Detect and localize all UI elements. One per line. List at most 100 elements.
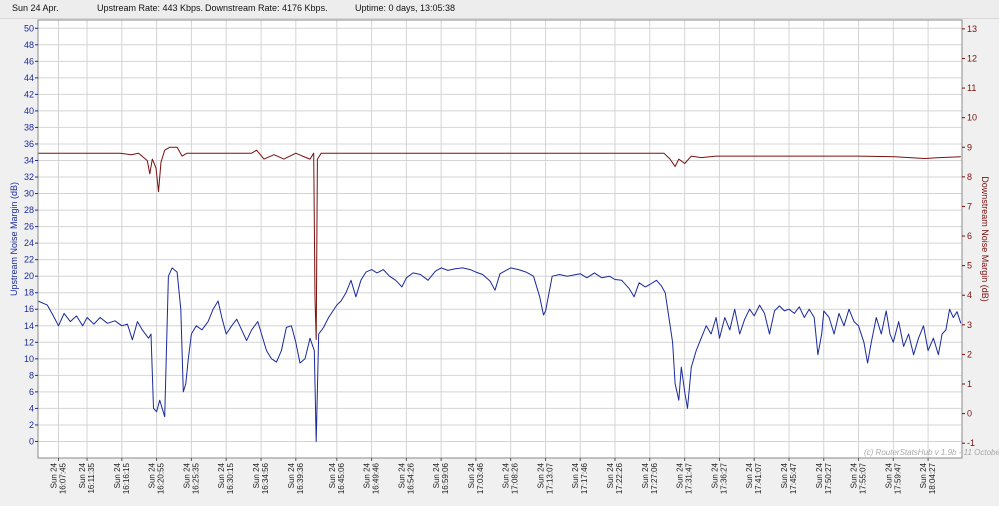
x-tick-label-day: Sun 24 [745,462,754,488]
left-tick-label: 0 [29,436,34,446]
x-tick-label-time: 17:13:07 [546,462,555,494]
left-tick-label: 44 [24,73,34,83]
left-tick-label: 50 [24,23,34,33]
x-tick-label-day: Sun 24 [432,462,441,488]
left-axis-title: Upstream Noise Margin (dB) [9,182,19,296]
x-tick-label-day: Sun 24 [328,462,337,488]
x-tick-label-day: Sun 24 [502,462,511,488]
left-tick-label: 6 [29,387,34,397]
right-tick-label: 0 [967,409,972,419]
left-axis: 0246810121416182022242628303234363840424… [24,23,38,446]
watermark-text: (c) RouterStatsHub v 1.9b - 11 October 2 [864,448,999,457]
x-tick-label-time: 18:04:27 [928,462,937,494]
x-tick-label-time: 16:20:55 [157,462,166,494]
left-tick-label: 24 [24,238,34,248]
x-tick-label-day: Sun 24 [676,462,685,488]
x-tick-label-time: 17:55:07 [859,462,868,494]
x-tick-label-time: 17:50:27 [824,462,833,494]
noise-margin-chart: 0246810121416182022242628303234363840424… [9,19,999,494]
left-tick-label: 40 [24,106,34,116]
right-tick-label: 11 [967,83,976,93]
x-tick-label-day: Sun 24 [363,462,372,488]
right-tick-label: 4 [967,290,972,300]
left-tick-label: 38 [24,122,34,132]
right-tick-label: 5 [967,261,972,271]
right-axis-title: Downstream Noise Margin (dB) [980,176,990,302]
x-tick-label-time: 16:45:06 [337,462,346,494]
x-tick-label-day: Sun 24 [710,462,719,488]
x-tick-label-day: Sun 24 [148,462,157,488]
header-upstream-rate: Upstream Rate: 443 Kbps. [97,3,204,13]
left-tick-label: 34 [24,155,34,165]
x-tick-label-time: 16:39:36 [296,462,305,494]
right-tick-label: 1 [967,379,972,389]
x-tick-label-time: 17:03:46 [476,462,485,494]
x-tick-label-time: 16:34:56 [261,462,270,494]
right-tick-label: 7 [967,201,972,211]
left-tick-label: 16 [24,304,34,314]
left-tick-label: 8 [29,370,34,380]
x-tick-label-day: Sun 24 [182,462,191,488]
x-tick-label-day: Sun 24 [815,462,824,488]
status-header: Sun 24 Apr. Upstream Rate: 443 Kbps. Dow… [0,0,999,19]
x-tick-label-time: 17:27:06 [650,462,659,494]
left-tick-label: 12 [24,337,34,347]
x-tick-label-time: 17:08:26 [511,462,520,494]
x-tick-label-day: Sun 24 [397,462,406,488]
x-tick-label-day: Sun 24 [252,462,261,488]
x-tick-label-day: Sun 24 [884,462,893,488]
left-tick-label: 46 [24,56,34,66]
x-tick-label-time: 16:59:06 [441,462,450,494]
left-tick-label: 14 [24,321,34,331]
x-tick-label-time: 17:22:26 [615,462,624,494]
right-tick-label: 9 [967,142,972,152]
left-tick-label: 32 [24,172,34,182]
x-tick-label-day: Sun 24 [287,462,296,488]
x-tick-label-day: Sun 24 [217,462,226,488]
left-tick-label: 18 [24,288,34,298]
right-tick-label: 10 [967,113,977,123]
x-tick-label-time: 16:16:15 [122,462,131,494]
left-tick-label: 42 [24,89,34,99]
right-tick-label: 8 [967,172,972,182]
x-axis: Sun 24 16:07:45 Sun 24 16:11:35 Sun 24 16:16:… [49,458,937,494]
header-uptime: Uptime: 0 days, 13:05:38 [355,3,456,13]
left-tick-label: 20 [24,271,34,281]
x-tick-label-time: 17:41:07 [754,462,763,494]
left-tick-label: 48 [24,40,34,50]
right-tick-label: 3 [967,320,972,330]
x-tick-label-day: Sun 24 [571,462,580,488]
x-tick-label-time: 16:07:45 [58,462,67,494]
x-tick-label-day: Sun 24 [537,462,546,488]
left-tick-label: 26 [24,222,34,232]
x-tick-label-day: Sun 24 [49,462,58,488]
right-tick-label: 2 [967,349,972,359]
left-tick-label: 22 [24,255,34,265]
left-tick-label: 4 [29,403,34,413]
x-tick-label-time: 16:11:35 [87,462,96,493]
x-tick-label-day: Sun 24 [780,462,789,488]
x-tick-label-time: 16:49:46 [372,462,381,494]
x-tick-label-time: 16:54:26 [406,462,415,494]
left-tick-label: 28 [24,205,34,215]
x-tick-label-time: 17:17:46 [580,462,589,494]
x-tick-label-day: Sun 24 [606,462,615,488]
right-tick-label: 13 [967,24,977,34]
left-tick-label: 10 [24,354,34,364]
x-tick-label-day: Sun 24 [78,462,87,488]
left-tick-label: 36 [24,139,34,149]
x-tick-label-day: Sun 24 [919,462,928,488]
x-tick-label-day: Sun 24 [641,462,650,488]
left-tick-label: 30 [24,189,34,199]
x-tick-label-time: 17:59:47 [893,462,902,494]
right-tick-label: -1 [967,438,975,448]
left-tick-label: 2 [29,420,34,430]
x-tick-label-time: 16:30:15 [226,462,235,494]
x-tick-label-time: 17:45:47 [789,462,798,494]
right-axis: -1012345678910111213 [962,24,977,448]
right-tick-label: 12 [967,53,977,63]
x-tick-label-day: Sun 24 [113,462,122,488]
x-tick-label-day: Sun 24 [850,462,859,488]
header-date: Sun 24 Apr. [12,3,59,13]
right-tick-label: 6 [967,231,972,241]
